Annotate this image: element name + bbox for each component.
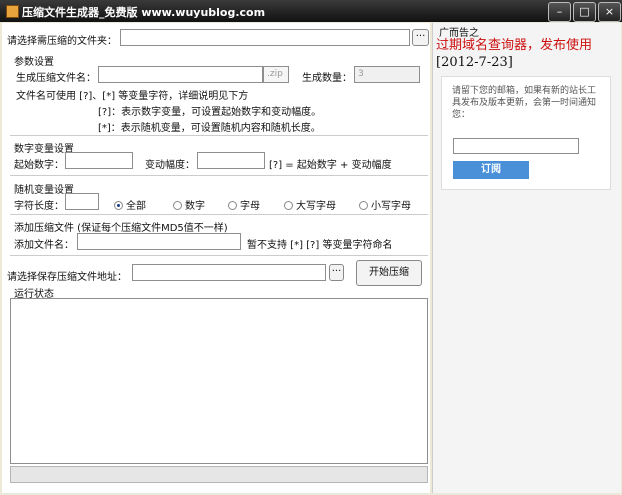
start-compress-button[interactable]: 开始压缩 bbox=[356, 260, 422, 286]
zip-extension: .zip bbox=[263, 66, 289, 83]
ad-link-text[interactable]: 过期域名查询器，发布使用 bbox=[436, 38, 592, 53]
app-icon bbox=[6, 5, 19, 18]
add-file-header: 添加压缩文件 (保证每个压缩文件MD5值不一样) bbox=[14, 223, 228, 234]
divider bbox=[10, 255, 428, 256]
save-browse-button[interactable]: ··· bbox=[329, 264, 344, 281]
divider bbox=[10, 214, 428, 215]
step-input[interactable] bbox=[197, 152, 265, 169]
maximize-button[interactable]: □ bbox=[573, 2, 596, 22]
zip-name-input[interactable] bbox=[98, 66, 263, 83]
start-number-label: 起始数字： bbox=[14, 160, 64, 171]
radio-lowercase-label: 小写字母 bbox=[371, 201, 411, 212]
count-input[interactable]: 3 bbox=[354, 66, 420, 83]
radio-icon bbox=[284, 201, 293, 210]
radio-letters[interactable]: 字母 bbox=[228, 197, 260, 212]
ad-link[interactable]: 过期域名查询器，发布使用 [2012-7-23] bbox=[436, 37, 618, 71]
count-label: 生成数量： bbox=[302, 73, 352, 84]
number-formula: [?] = 起始数字 + 变动幅度 bbox=[269, 160, 392, 171]
radio-all-label: 全部 bbox=[126, 201, 146, 212]
app-window: 压缩文件生成器_免费版 www.wuyublog.com – □ × 请选择需压… bbox=[0, 0, 622, 495]
title-bar[interactable]: 压缩文件生成器_免费版 www.wuyublog.com – □ × bbox=[0, 0, 622, 22]
radio-uppercase[interactable]: 大写字母 bbox=[284, 197, 336, 212]
add-file-name-input[interactable] bbox=[77, 233, 241, 250]
radio-icon bbox=[228, 201, 237, 210]
radio-digits[interactable]: 数字 bbox=[173, 197, 205, 212]
save-path-input[interactable] bbox=[132, 264, 326, 281]
subscribe-button[interactable]: 订阅 bbox=[453, 161, 529, 179]
params-header: 参数设置 bbox=[14, 57, 54, 68]
divider bbox=[10, 175, 428, 176]
char-length-label: 字符长度： bbox=[14, 201, 64, 212]
radio-selected-icon bbox=[114, 201, 123, 210]
step-label: 变动幅度： bbox=[145, 160, 195, 171]
radio-digits-label: 数字 bbox=[185, 201, 205, 212]
add-file-name-label: 添加文件名： bbox=[14, 240, 74, 251]
radio-icon bbox=[359, 201, 368, 210]
folder-label: 请选择需压缩的文件夹： bbox=[7, 36, 117, 47]
subscribe-notice: 请留下您的邮箱，如果有新的站长工具发布及版本更新，会第一时间通知您： bbox=[452, 86, 597, 120]
window-title: 压缩文件生成器_免费版 www.wuyublog.com bbox=[22, 6, 266, 19]
ad-date: [2012-7-23] bbox=[436, 55, 513, 70]
status-log[interactable] bbox=[10, 298, 428, 464]
folder-input[interactable] bbox=[120, 29, 410, 46]
radio-lowercase[interactable]: 小写字母 bbox=[359, 197, 411, 212]
ad-panel: 广而告之 过期域名查询器，发布使用[2012-7-23] 请留下您的邮箱，如果有… bbox=[432, 23, 621, 493]
char-length-input[interactable] bbox=[65, 193, 99, 210]
random-var-hint: [*]：表示随机变量，可设置随机内容和随机长度。 bbox=[98, 123, 321, 134]
number-var-hint: [?]：表示数字变量，可设置起始数字和变动幅度。 bbox=[98, 107, 322, 118]
add-file-note: 暂不支持 [*] [?] 等变量字符命名 bbox=[247, 240, 393, 251]
folder-browse-button[interactable]: ··· bbox=[412, 29, 429, 46]
radio-icon bbox=[173, 201, 182, 210]
radio-letters-label: 字母 bbox=[240, 201, 260, 212]
radio-uppercase-label: 大写字母 bbox=[296, 201, 336, 212]
subscribe-box: 请留下您的邮箱，如果有新的站长工具发布及版本更新，会第一时间通知您： 订阅 bbox=[441, 76, 611, 190]
main-panel: 请选择需压缩的文件夹： ··· 参数设置 生成压缩文件名： .zip 生成数量：… bbox=[2, 23, 430, 493]
close-button[interactable]: × bbox=[598, 2, 621, 22]
divider bbox=[10, 135, 428, 136]
save-path-label: 请选择保存压缩文件地址： bbox=[7, 272, 127, 283]
filename-hint: 文件名可使用 [?]、[*] 等变量字符，详细说明见下方 bbox=[16, 91, 249, 102]
email-input[interactable] bbox=[453, 138, 579, 154]
progress-bar bbox=[10, 466, 428, 483]
start-number-input[interactable] bbox=[65, 152, 133, 169]
radio-all[interactable]: 全部 bbox=[114, 197, 146, 212]
minimize-button[interactable]: – bbox=[548, 2, 571, 22]
zip-name-label: 生成压缩文件名： bbox=[16, 73, 96, 84]
